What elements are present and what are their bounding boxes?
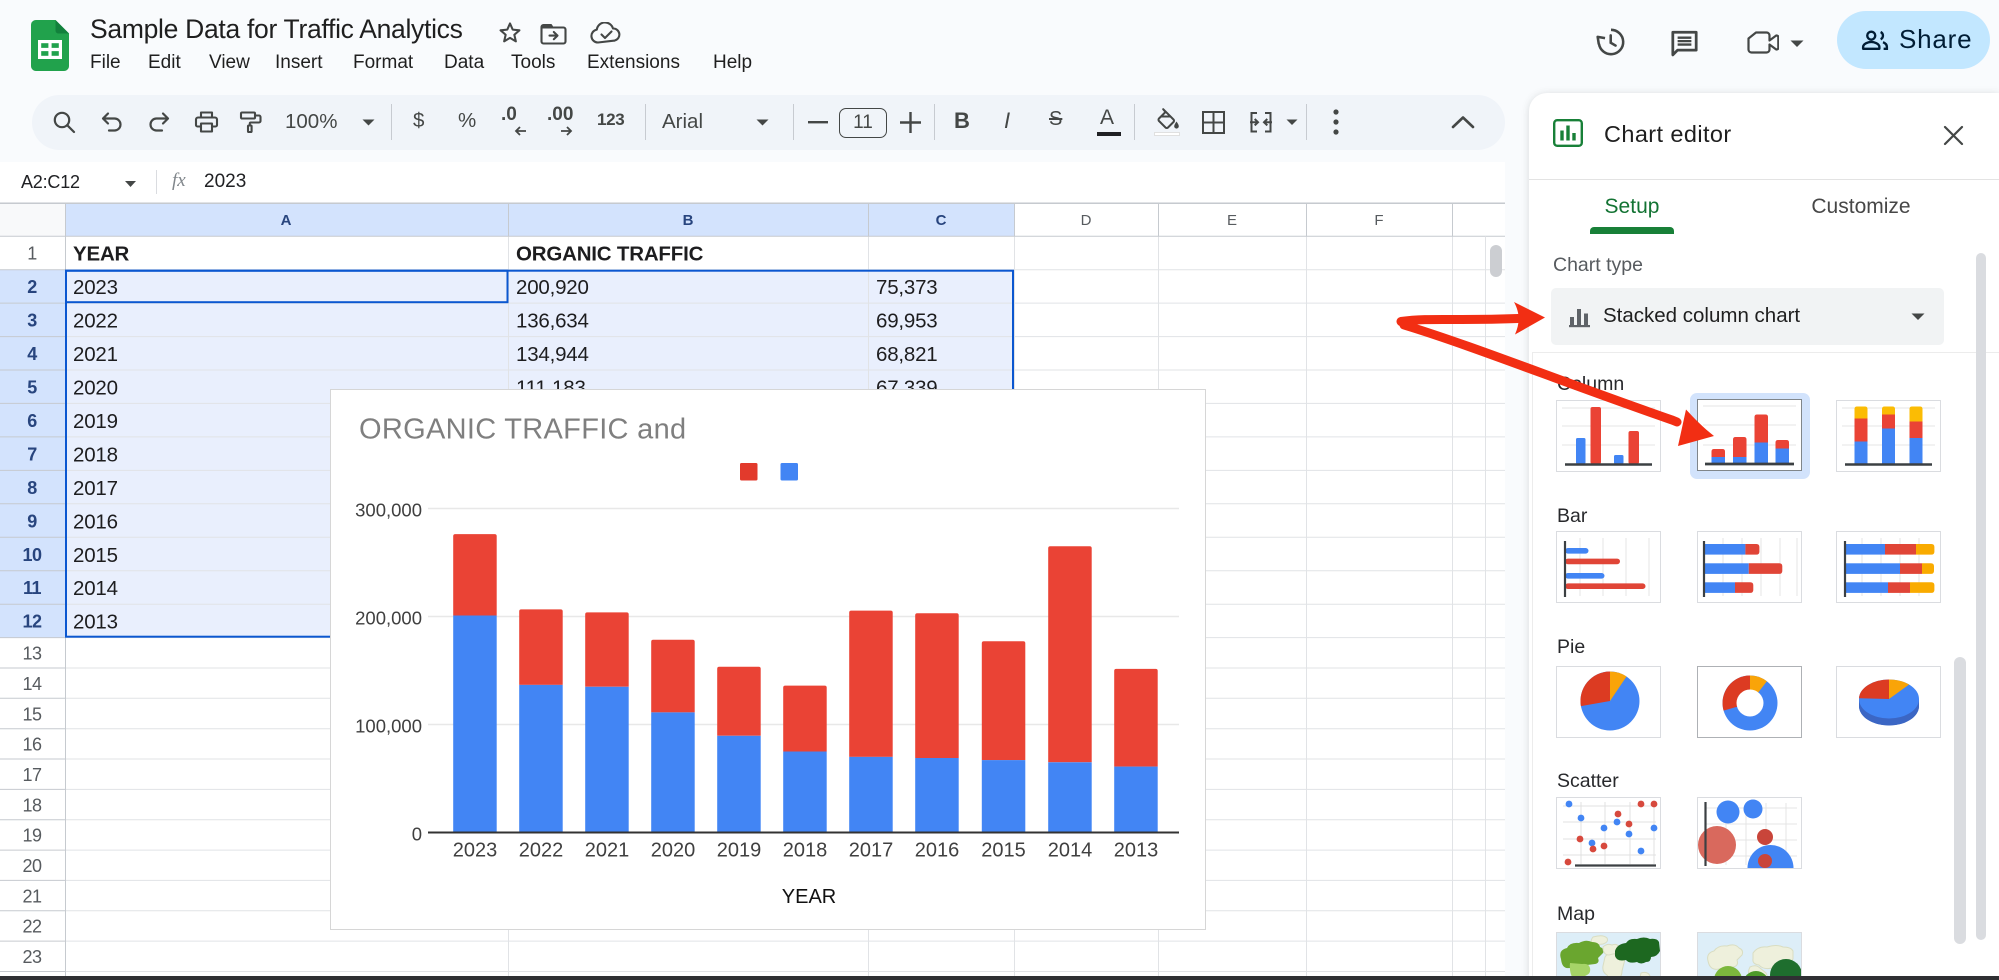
svg-text:13: 13 [22, 644, 42, 664]
svg-text:6: 6 [27, 411, 37, 431]
svg-text:7: 7 [27, 444, 37, 464]
svg-text:69,953: 69,953 [876, 310, 938, 333]
svg-text:19: 19 [22, 826, 42, 846]
svg-text:3: 3 [27, 311, 37, 331]
svg-text:11: 11 [23, 578, 42, 598]
svg-text:F: F [1374, 212, 1383, 229]
svg-text:2021: 2021 [585, 840, 630, 862]
svg-text:C: C [936, 212, 947, 229]
svg-text:2014: 2014 [1048, 840, 1093, 862]
svg-text:2022: 2022 [519, 840, 564, 862]
svg-text:2018: 2018 [73, 443, 118, 466]
svg-text:2020: 2020 [73, 377, 118, 400]
svg-text:2014: 2014 [73, 577, 118, 600]
svg-text:2015: 2015 [981, 840, 1026, 862]
svg-text:20: 20 [22, 856, 42, 876]
svg-text:2015: 2015 [73, 544, 118, 567]
svg-text:A: A [281, 212, 292, 229]
svg-text:2019: 2019 [73, 410, 118, 433]
svg-text:D: D [1081, 212, 1092, 229]
svg-text:18: 18 [22, 795, 42, 815]
svg-text:2016: 2016 [73, 510, 118, 533]
svg-text:B: B [683, 212, 694, 229]
svg-text:22: 22 [22, 917, 42, 937]
svg-text:200,920: 200,920 [516, 276, 589, 299]
svg-text:17: 17 [22, 765, 42, 785]
svg-text:2018: 2018 [783, 840, 828, 862]
svg-text:2: 2 [27, 277, 37, 297]
svg-text:134,944: 134,944 [516, 343, 589, 366]
svg-text:2023: 2023 [453, 840, 498, 862]
svg-text:100,000: 100,000 [355, 716, 422, 737]
svg-text:1: 1 [27, 244, 37, 264]
svg-text:YEAR: YEAR [73, 243, 130, 266]
svg-text:2020: 2020 [651, 840, 696, 862]
svg-text:15: 15 [22, 704, 42, 724]
svg-text:200,000: 200,000 [355, 608, 422, 629]
svg-text:300,000: 300,000 [355, 500, 422, 521]
svg-text:136,634: 136,634 [516, 310, 589, 333]
svg-text:2016: 2016 [915, 840, 960, 862]
svg-text:2017: 2017 [73, 477, 118, 500]
svg-text:5: 5 [27, 378, 37, 398]
svg-text:2022: 2022 [73, 310, 118, 333]
svg-text:75,373: 75,373 [876, 276, 938, 299]
svg-text:10: 10 [22, 545, 42, 565]
svg-text:2013: 2013 [1114, 840, 1159, 862]
svg-text:ORGANIC TRAFFIC and: ORGANIC TRAFFIC and [359, 414, 686, 446]
svg-text:2019: 2019 [717, 840, 762, 862]
svg-text:21: 21 [22, 886, 42, 906]
svg-text:2017: 2017 [849, 840, 894, 862]
svg-text:9: 9 [27, 511, 37, 531]
svg-text:YEAR: YEAR [782, 886, 836, 908]
svg-text:8: 8 [27, 478, 37, 498]
svg-text:0: 0 [412, 824, 422, 845]
svg-text:2023: 2023 [73, 276, 118, 299]
svg-text:14: 14 [22, 674, 42, 694]
svg-text:23: 23 [22, 947, 42, 967]
svg-text:12: 12 [22, 612, 42, 632]
svg-text:16: 16 [22, 735, 42, 755]
svg-text:2021: 2021 [73, 343, 118, 366]
svg-text:4: 4 [27, 344, 37, 364]
svg-text:E: E [1227, 212, 1237, 229]
svg-text:68,821: 68,821 [876, 343, 938, 366]
svg-text:ORGANIC TRAFFIC: ORGANIC TRAFFIC [516, 243, 704, 266]
svg-text:2013: 2013 [73, 611, 118, 634]
